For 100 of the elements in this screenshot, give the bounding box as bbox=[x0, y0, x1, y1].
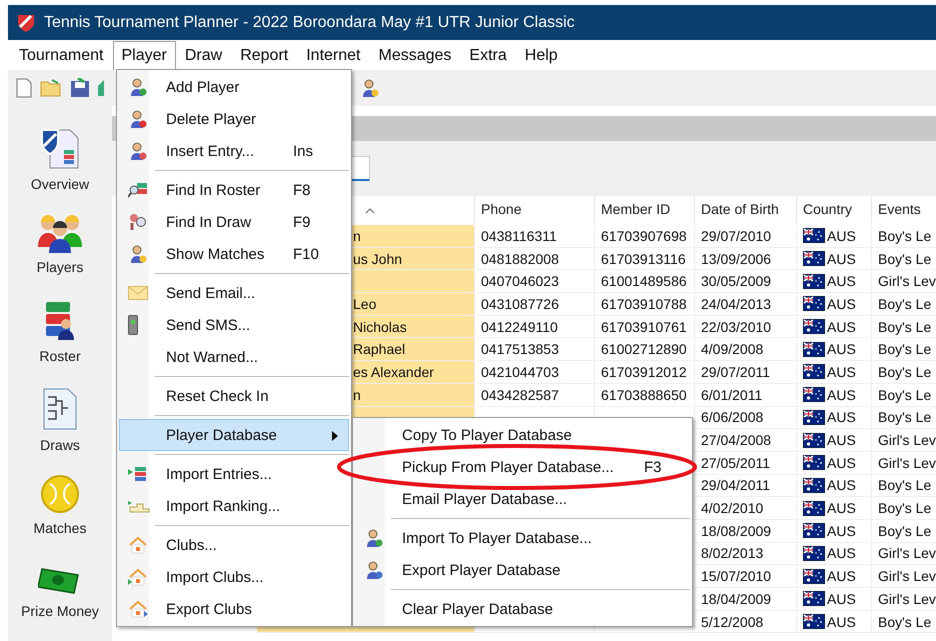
country-code: AUS bbox=[827, 614, 856, 630]
person-insert-icon bbox=[128, 141, 148, 161]
table-cell: 61002712890 bbox=[595, 338, 695, 362]
table-cell: 61703888650 bbox=[595, 384, 695, 406]
table-cell: 27/04/2008 bbox=[695, 429, 797, 452]
new-file-icon[interactable] bbox=[16, 78, 32, 98]
table-cell: 0407046023 bbox=[475, 270, 595, 294]
australian-flag-icon bbox=[803, 319, 825, 334]
table-cell: 30/05/2009 bbox=[695, 270, 797, 294]
column-header[interactable]: Country bbox=[797, 196, 872, 223]
menu-bar-item[interactable]: Draw bbox=[176, 41, 232, 70]
menu-item[interactable]: Clear Player Database bbox=[355, 593, 690, 625]
menu-bar-item[interactable]: Messages bbox=[370, 41, 460, 70]
import-list-icon bbox=[128, 466, 148, 482]
australian-flag-icon bbox=[803, 274, 825, 289]
country-code: AUS bbox=[827, 409, 856, 426]
sidebar-item[interactable]: Roster bbox=[8, 300, 112, 379]
column-header[interactable]: Member ID bbox=[595, 196, 695, 223]
table-cell: Boy's Le bbox=[872, 406, 936, 430]
table-cell: 6/06/2008 bbox=[695, 406, 797, 430]
country-code: AUS bbox=[827, 228, 856, 244]
country-code: AUS bbox=[827, 341, 856, 358]
australian-flag-icon bbox=[803, 568, 825, 584]
menu-bar-item[interactable]: Extra bbox=[460, 41, 516, 70]
menu-item[interactable]: Add Player bbox=[119, 71, 349, 103]
menu-item[interactable]: Email Player Database... bbox=[355, 483, 690, 515]
australian-flag-icon bbox=[803, 251, 825, 266]
sort-ascending-icon[interactable] bbox=[365, 208, 375, 214]
menu-item[interactable]: Find In Roster F8 bbox=[119, 174, 349, 206]
menu-bar-item[interactable]: Player bbox=[112, 41, 176, 70]
column-header[interactable]: Events bbox=[872, 196, 936, 223]
australian-flag-icon bbox=[803, 614, 825, 630]
menu-item[interactable]: Import Ranking... bbox=[119, 490, 349, 522]
table-cell: 4/09/2008 bbox=[695, 338, 797, 362]
open-folder-icon[interactable] bbox=[40, 79, 62, 97]
menu-item[interactable]: Insert Entry... Ins bbox=[119, 135, 349, 167]
menu-item[interactable]: Clubs... bbox=[119, 529, 349, 561]
mobile-phone-icon bbox=[128, 315, 138, 335]
sidebar-item[interactable]: Prize Money bbox=[8, 561, 112, 640]
table-cell: 5/12/2008 bbox=[695, 610, 797, 634]
table-cell: Girl's Lev bbox=[872, 542, 936, 566]
draw-bracket-icon bbox=[42, 387, 78, 431]
table-cell: 29/07/2011 bbox=[695, 361, 797, 384]
australian-flag-icon bbox=[803, 546, 825, 561]
sidebar-item[interactable]: Overview bbox=[8, 126, 112, 205]
menu-item[interactable]: Import To Player Database... bbox=[355, 522, 690, 554]
table-cell: 0438116311 bbox=[475, 225, 595, 248]
menu-item[interactable]: Pickup From Player Database... F3 bbox=[355, 451, 690, 483]
australian-flag-icon bbox=[803, 478, 825, 493]
person-import-icon bbox=[364, 528, 384, 548]
table-cell: 15/07/2010 bbox=[695, 565, 797, 588]
find-icon bbox=[128, 213, 148, 231]
menu-bar-item[interactable]: Report bbox=[231, 41, 298, 70]
table-cell: 61703910788 bbox=[595, 293, 695, 316]
column-header[interactable]: Phone bbox=[475, 196, 595, 223]
table-cell: 24/04/2013 bbox=[695, 293, 797, 316]
country-code: AUS bbox=[827, 590, 856, 607]
australian-flag-icon bbox=[803, 500, 825, 516]
menu-item[interactable]: Export Player Database bbox=[355, 554, 690, 586]
table-cell: 8/02/2013 bbox=[695, 542, 797, 566]
australian-flag-icon bbox=[803, 342, 825, 357]
sidebar-item[interactable]: Players bbox=[8, 213, 112, 292]
country-code: AUS bbox=[827, 545, 856, 562]
person-remove-icon bbox=[128, 109, 148, 129]
menu-item[interactable]: Delete Player bbox=[119, 103, 349, 135]
sidebar-item[interactable]: Draws bbox=[8, 387, 112, 466]
menu-item[interactable]: Export Clubs bbox=[119, 593, 349, 625]
country-code: AUS bbox=[827, 432, 856, 448]
person-export-icon bbox=[364, 560, 384, 580]
table-cell: 61703912012 bbox=[595, 361, 695, 384]
country-code: AUS bbox=[827, 318, 856, 335]
table-cell: 61703910761 bbox=[595, 316, 695, 338]
table-cell: Boy's Le bbox=[872, 248, 936, 270]
menu-item[interactable]: Player Database bbox=[119, 419, 349, 451]
country-code: AUS bbox=[827, 296, 856, 312]
sidebar-item[interactable]: Matches bbox=[8, 474, 112, 553]
australian-flag-icon bbox=[803, 410, 825, 425]
country-code: AUS bbox=[827, 500, 856, 516]
menu-item[interactable]: Copy To Player Database bbox=[355, 419, 690, 451]
australian-flag-icon bbox=[803, 228, 825, 244]
australian-flag-icon bbox=[803, 387, 825, 402]
menu-item[interactable]: Import Entries... bbox=[119, 458, 349, 490]
australian-flag-icon bbox=[803, 296, 825, 312]
players-group-icon bbox=[36, 213, 84, 253]
country-code: AUS bbox=[827, 568, 856, 584]
save-icon[interactable] bbox=[70, 78, 90, 98]
table-cell: 29/04/2011 bbox=[695, 474, 797, 498]
table-cell: Boy's Le bbox=[872, 610, 936, 634]
upload-icon[interactable] bbox=[98, 78, 106, 98]
country-code: AUS bbox=[827, 250, 856, 267]
menu-bar-item[interactable]: Tournament bbox=[10, 41, 112, 70]
menu-bar-item[interactable]: Internet bbox=[297, 41, 370, 70]
menu-bar-item[interactable]: Help bbox=[516, 41, 567, 70]
table-cell: 22/03/2010 bbox=[695, 316, 797, 338]
column-header[interactable]: Date of Birth bbox=[695, 196, 797, 223]
menu-item[interactable]: Import Clubs... bbox=[119, 561, 349, 593]
australian-flag-icon bbox=[803, 364, 825, 380]
table-cell: 18/04/2009 bbox=[695, 588, 797, 611]
table-cell: 0481882008 bbox=[475, 248, 595, 270]
house-icon bbox=[128, 536, 148, 554]
